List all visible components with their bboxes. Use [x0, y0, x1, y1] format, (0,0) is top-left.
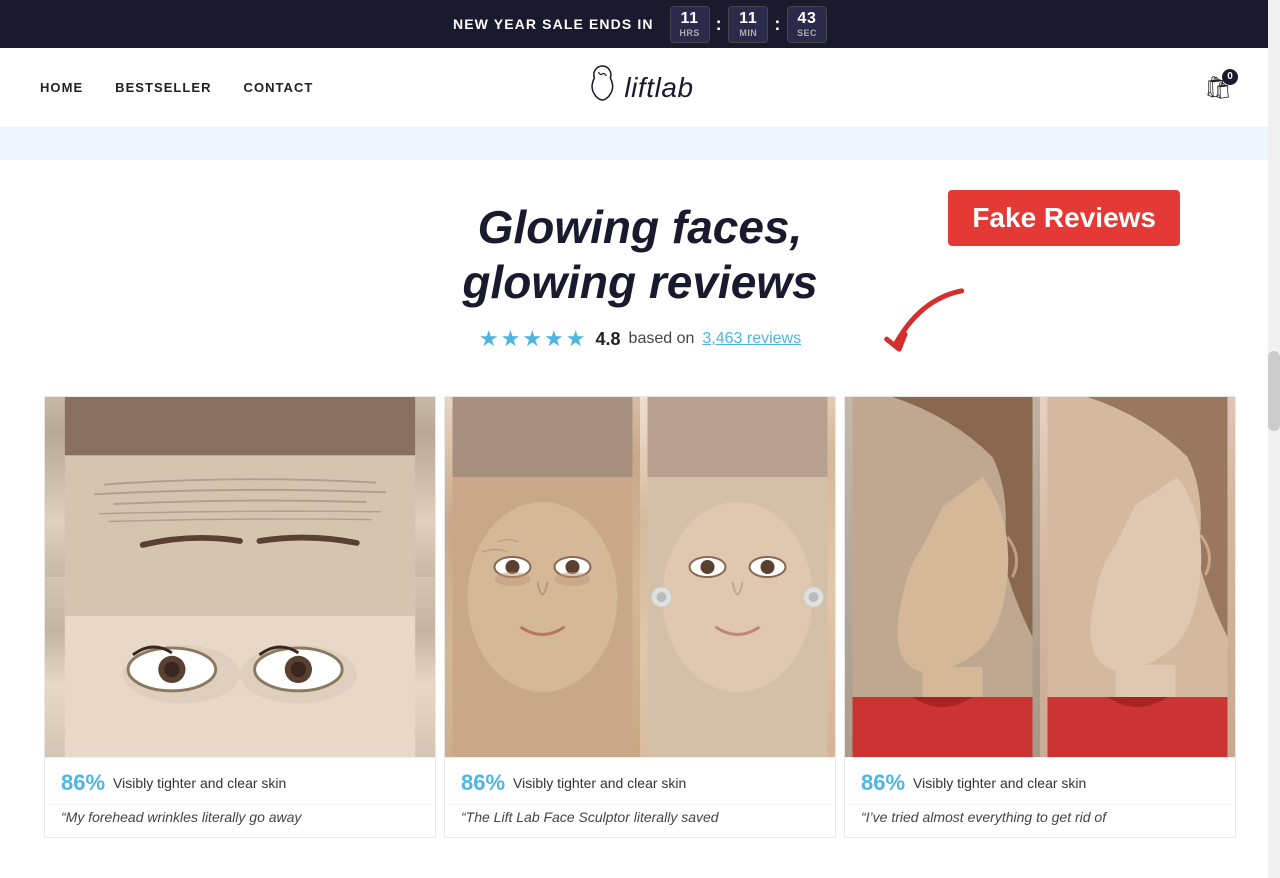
- fake-reviews-badge: Fake Reviews: [948, 190, 1180, 246]
- eye-after-image: [45, 577, 435, 757]
- nav-home[interactable]: HOME: [40, 80, 83, 95]
- product-stats-2: 86% Visibly tighter and clear skin: [445, 757, 835, 804]
- scrollbar-track[interactable]: [1268, 0, 1280, 878]
- minutes-block: 11 MIN: [728, 6, 768, 43]
- hero-title: Glowing faces, glowing reviews: [390, 200, 890, 310]
- product-quote-1: “My forehead wrinkles literally go away: [45, 804, 435, 837]
- scrollbar-thumb[interactable]: [1268, 351, 1280, 431]
- stat-percent-3: 86%: [861, 770, 905, 796]
- logo-icon: [586, 64, 618, 111]
- product-images-2: [445, 397, 835, 757]
- face-after-image: [640, 397, 835, 757]
- hero-title-line1: Glowing faces,: [478, 201, 803, 253]
- product-images-1: [45, 397, 435, 757]
- stat-percent-2: 86%: [461, 770, 505, 796]
- minutes-value: 11: [739, 11, 757, 27]
- rating-link[interactable]: 3,463 reviews: [702, 330, 801, 348]
- nav-bestseller[interactable]: BESTSELLER: [115, 80, 211, 95]
- forehead-before-image: [45, 397, 435, 577]
- product-images-3: [845, 397, 1235, 757]
- stat-text-3: Visibly tighter and clear skin: [913, 775, 1086, 791]
- countdown-timer: 11 HRS : 11 MIN : 43 SEC: [670, 6, 827, 43]
- navbar: HOME BESTSELLER CONTACT liftlab 🛍 0: [0, 48, 1280, 128]
- product-card-2: 86% Visibly tighter and clear skin “The …: [444, 396, 836, 838]
- rating-number: 4.8: [596, 329, 621, 350]
- stat-text-1: Visibly tighter and clear skin: [113, 775, 286, 791]
- stat-percent-1: 86%: [61, 770, 105, 796]
- sale-text: NEW YEAR SALE ENDS IN: [453, 16, 654, 32]
- product-stats-1: 86% Visibly tighter and clear skin: [45, 757, 435, 804]
- seconds-block: 43 SEC: [787, 6, 827, 43]
- hero-section: Fake Reviews Glowing faces, glowing revi…: [0, 160, 1280, 372]
- sep-2: :: [772, 14, 783, 35]
- products-grid: 86% Visibly tighter and clear skin “My f…: [0, 372, 1280, 842]
- star-icons: ★★★★★: [479, 326, 588, 352]
- sale-banner: NEW YEAR SALE ENDS IN 11 HRS : 11 MIN : …: [0, 0, 1280, 48]
- rating-row: ★★★★★ 4.8 based on 3,463 reviews: [20, 326, 1260, 352]
- hours-value: 11: [680, 11, 698, 27]
- sub-banner: [0, 128, 1280, 160]
- side-profile-before-image: [845, 397, 1040, 757]
- logo-text: liftlab: [624, 72, 693, 104]
- product-card-1: 86% Visibly tighter and clear skin “My f…: [44, 396, 436, 838]
- arrow-annotation: [870, 280, 970, 365]
- hours-block: 11 HRS: [670, 6, 710, 43]
- seconds-label: SEC: [797, 28, 817, 38]
- rating-base-text: based on: [629, 330, 695, 348]
- nav-cart: 🛍 0: [1196, 67, 1240, 109]
- cart-button[interactable]: 🛍 0: [1196, 67, 1240, 109]
- minutes-label: MIN: [739, 28, 757, 38]
- product-quote-2: “The Lift Lab Face Sculptor literally sa…: [445, 804, 835, 837]
- nav-links: HOME BESTSELLER CONTACT: [40, 80, 313, 95]
- sep-1: :: [714, 14, 725, 35]
- face-before-image: [445, 397, 640, 757]
- side-profile-after-image: [1040, 397, 1235, 757]
- hours-label: HRS: [679, 28, 699, 38]
- nav-contact[interactable]: CONTACT: [244, 80, 314, 95]
- product-stats-3: 86% Visibly tighter and clear skin: [845, 757, 1235, 804]
- nav-logo[interactable]: liftlab: [586, 64, 693, 111]
- product-quote-3: “I’ve tried almost everything to get rid…: [845, 804, 1235, 837]
- stat-text-2: Visibly tighter and clear skin: [513, 775, 686, 791]
- cart-badge: 0: [1222, 69, 1238, 85]
- hero-title-line2: glowing reviews: [462, 256, 817, 308]
- seconds-value: 43: [797, 11, 816, 27]
- product-card-3: 86% Visibly tighter and clear skin “I’ve…: [844, 396, 1236, 838]
